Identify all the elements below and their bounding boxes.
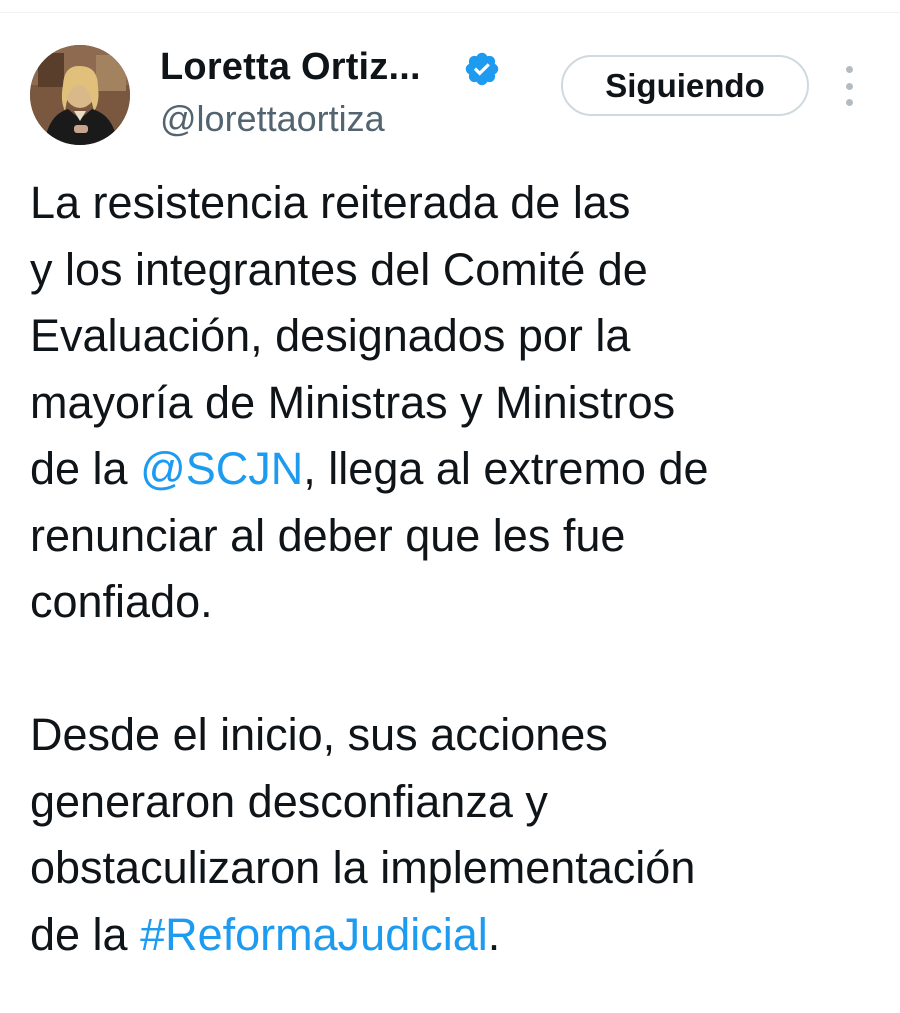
- tweet-line: de la #ReformaJudicial.: [30, 902, 880, 969]
- more-dot: [845, 82, 853, 90]
- more-dot: [845, 66, 853, 73]
- verified-badge-icon: [463, 50, 501, 88]
- avatar[interactable]: [30, 45, 130, 145]
- more-vertical-icon[interactable]: [836, 66, 862, 106]
- tweet-text-segment: .: [487, 908, 501, 960]
- tweet-text-segment: de la: [30, 908, 141, 960]
- tweet-line: La resistencia reiterada de las: [30, 177, 631, 228]
- following-button[interactable]: Siguiendo: [561, 55, 809, 116]
- tweet-line: renunciar al deber que les fue: [30, 509, 626, 561]
- more-dot: [845, 99, 853, 106]
- tweet-line: y los integrantes del Comité de: [30, 243, 648, 295]
- tweet-line: generaron desconfianza y: [30, 775, 548, 827]
- tweet-text-segment: de la: [30, 443, 141, 494]
- tweet-line: de la @SCJN, llega al extremo de: [30, 436, 880, 503]
- tweet-text: La resistencia reiterada de las y los in…: [30, 170, 880, 968]
- author-display-name[interactable]: Loretta Ortiz...: [160, 46, 421, 89]
- tweet-line: obstaculizaron la implementación: [30, 842, 696, 893]
- tweet-header: Loretta Ortiz... @lorettaortiza Siguiend…: [0, 0, 900, 160]
- tweet-line: mayoría de Ministras y Ministros: [30, 376, 676, 428]
- tweet-line: Evaluación, designados por la: [30, 310, 631, 361]
- mention-link-scjn[interactable]: @SCJN: [140, 443, 303, 494]
- tweet-line: Desde el inicio, sus acciones: [30, 709, 608, 760]
- author-handle[interactable]: @lorettaortiza: [160, 98, 385, 140]
- hashtag-link-reforma-judicial[interactable]: #ReformaJudicial: [140, 909, 488, 960]
- tweet-text-segment: , llega al extremo de: [303, 443, 709, 494]
- tweet-line: confiado.: [30, 576, 213, 627]
- avatar-image: [30, 45, 130, 145]
